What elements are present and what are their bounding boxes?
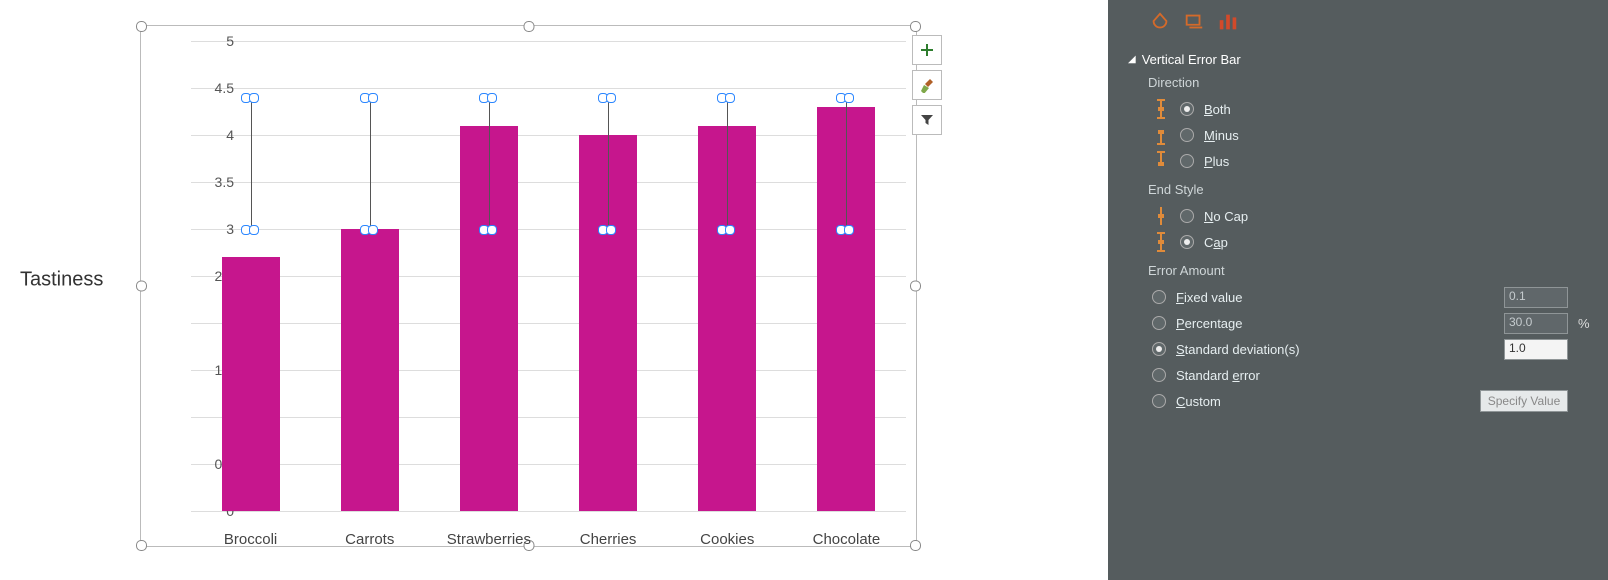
direction-minus-label: Minus (1204, 128, 1239, 143)
error-bar-selection-dot[interactable] (844, 225, 854, 235)
direction-both-label: Both (1204, 102, 1231, 117)
error-bar-selection-dot[interactable] (368, 93, 378, 103)
vertical-error-bar-section[interactable]: ◢ Vertical Error Bar (1128, 52, 1590, 67)
gridline (191, 229, 906, 230)
plot-area: 00.511.522.533.544.55BroccoliCarrotsStra… (191, 41, 906, 511)
error-bar-selection-dot[interactable] (844, 93, 854, 103)
chart-styles-button[interactable] (912, 70, 942, 100)
error-bar[interactable] (489, 97, 490, 229)
error-bar-selection-dot[interactable] (368, 225, 378, 235)
error-bar-selection-dot[interactable] (606, 93, 616, 103)
chart-plot-area[interactable]: 00.511.522.533.544.55BroccoliCarrotsStra… (140, 25, 917, 547)
x-category-label: Broccoli (224, 531, 277, 548)
x-category-label: Carrots (345, 531, 394, 548)
specify-value-button[interactable]: Specify Value (1480, 390, 1568, 412)
selection-handle[interactable] (136, 281, 147, 292)
chart-container[interactable]: Tastiness 00.511.522.533.544.55BroccoliC… (20, 0, 900, 560)
end-cap-icon (1152, 230, 1170, 254)
percentage-input[interactable]: 30.0 (1504, 313, 1568, 334)
fixed-value-input[interactable]: 0.1 (1504, 287, 1568, 308)
error-bar[interactable] (608, 97, 609, 229)
error-bar-selection-dot[interactable] (606, 225, 616, 235)
gridline (191, 88, 906, 89)
selection-handle[interactable] (136, 540, 147, 551)
data-bar[interactable] (222, 257, 280, 511)
error-bar-selection-dot[interactable] (249, 93, 259, 103)
error-bar-selection-dot[interactable] (487, 93, 497, 103)
fixed-value-radio[interactable] (1152, 290, 1166, 304)
section-title: Vertical Error Bar (1142, 52, 1241, 67)
pane-category-tabs (1148, 10, 1590, 34)
collapse-arrow-icon: ◢ (1128, 54, 1136, 65)
end-cap-radio[interactable] (1180, 235, 1194, 249)
percent-suffix: % (1578, 316, 1590, 331)
stddev-label: Standard deviation(s) (1176, 342, 1300, 357)
error-bar[interactable] (846, 97, 847, 229)
error-bar[interactable] (251, 97, 252, 229)
direction-minus-icon (1152, 123, 1170, 147)
error-amount-heading: Error Amount (1148, 263, 1590, 278)
direction-plus-label: Plus (1204, 154, 1229, 169)
chart-add-element-button[interactable] (912, 35, 942, 65)
gridline (191, 417, 906, 418)
gridline (191, 276, 906, 277)
stderr-radio[interactable] (1152, 368, 1166, 382)
format-error-bars-pane: ◢ Vertical Error Bar Direction Both Minu… (1108, 0, 1608, 580)
gridline (191, 135, 906, 136)
stddev-radio[interactable] (1152, 342, 1166, 356)
fixed-value-label: Fixed value (1176, 290, 1243, 305)
end-cap-label: Cap (1204, 235, 1228, 250)
error-bar[interactable] (370, 97, 371, 229)
y-tick-label: 3.5 (194, 174, 234, 190)
percentage-label: Percentage (1176, 316, 1243, 331)
stddev-input[interactable]: 1.0 (1504, 339, 1568, 360)
direction-plus-radio[interactable] (1180, 154, 1194, 168)
direction-heading: Direction (1148, 75, 1590, 90)
x-category-label: Strawberries (447, 531, 531, 548)
gridline (191, 41, 906, 42)
x-category-label: Cookies (700, 531, 754, 548)
bar-options-tab-icon[interactable] (1216, 10, 1240, 34)
stderr-label: Standard error (1176, 368, 1260, 383)
error-bar[interactable] (727, 97, 728, 229)
gridline (191, 370, 906, 371)
direction-plus-icon (1152, 149, 1170, 173)
percentage-radio[interactable] (1152, 316, 1166, 330)
end-nocap-icon (1152, 204, 1170, 228)
end-nocap-radio[interactable] (1180, 209, 1194, 223)
gridline (191, 511, 906, 512)
selection-handle[interactable] (136, 21, 147, 32)
fill-line-tab-icon[interactable] (1148, 10, 1172, 34)
gridline (191, 323, 906, 324)
direction-both-radio[interactable] (1180, 102, 1194, 116)
gridline (191, 182, 906, 183)
end-style-heading: End Style (1148, 182, 1590, 197)
custom-label: Custom (1176, 394, 1221, 409)
gridline (191, 464, 906, 465)
error-bar-selection-dot[interactable] (725, 93, 735, 103)
error-bar-selection-dot[interactable] (725, 225, 735, 235)
chart-filter-button[interactable] (912, 105, 942, 135)
data-bar[interactable] (341, 229, 399, 511)
error-bar-selection-dot[interactable] (249, 225, 259, 235)
selection-handle[interactable] (910, 540, 921, 551)
y-axis-label: Tastiness (20, 269, 103, 292)
effects-tab-icon[interactable] (1182, 10, 1206, 34)
end-nocap-label: No Cap (1204, 209, 1248, 224)
x-category-label: Cherries (580, 531, 637, 548)
direction-both-icon (1152, 97, 1170, 121)
y-tick-label: 3 (194, 221, 234, 237)
custom-radio[interactable] (1152, 394, 1166, 408)
direction-minus-radio[interactable] (1180, 128, 1194, 142)
selection-handle[interactable] (910, 281, 921, 292)
selection-handle[interactable] (523, 21, 534, 32)
y-tick-label: 4 (194, 127, 234, 143)
y-tick-label: 4.5 (194, 80, 234, 96)
y-tick-label: 5 (194, 33, 234, 49)
x-category-label: Chocolate (813, 531, 881, 548)
selection-handle[interactable] (910, 21, 921, 32)
error-bar-selection-dot[interactable] (487, 225, 497, 235)
